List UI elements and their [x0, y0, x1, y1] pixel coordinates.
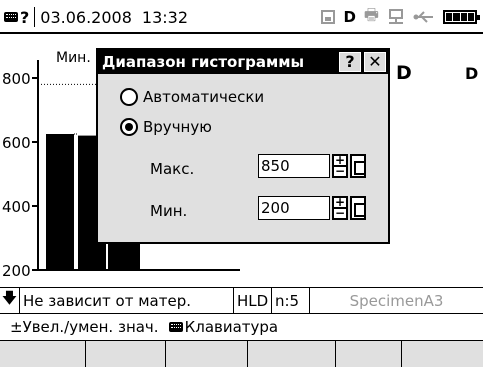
status-icons: D 🖶: [321, 5, 480, 27]
min-spinner: + −: [332, 196, 368, 220]
max-spinner: + −: [332, 154, 368, 178]
softkey-5[interactable]: [336, 341, 402, 367]
keyboard-hint-icon: [168, 322, 183, 332]
radio-manual-label: Вручную: [143, 118, 212, 136]
keyboard-icon: [4, 12, 18, 22]
status-time: 13:32: [141, 7, 188, 27]
max-keyboard-icon[interactable]: [350, 154, 366, 178]
save-icon: [321, 10, 336, 24]
radio-automatic-icon[interactable]: [120, 88, 138, 106]
softkey-4[interactable]: [248, 341, 336, 367]
min-plus-minus-icon[interactable]: + −: [332, 196, 348, 220]
max-label: Макс.: [150, 160, 195, 178]
min-label: Мин.: [150, 202, 188, 220]
status-indicator: ?: [20, 7, 30, 27]
softkey-1[interactable]: [0, 341, 86, 367]
status-bar: ? 03.06.2008 13:32 D 🖶: [0, 0, 483, 34]
status-left: ? 03.06.2008 13:32: [4, 5, 188, 29]
n-count: n:5: [272, 288, 310, 313]
y-tick-label: 800: [2, 70, 31, 88]
min-input[interactable]: 200: [258, 196, 330, 220]
radio-automatic[interactable]: Автоматически: [120, 88, 264, 106]
chart-header-min: Мин.: [56, 50, 91, 66]
adjust-icon: ±: [10, 318, 23, 336]
hint-adjust: Увел./умен. знач.: [22, 318, 159, 336]
max-plus-minus-icon[interactable]: + −: [332, 154, 348, 178]
hld-indicator: HLD: [234, 288, 272, 313]
status-separator: [34, 7, 36, 27]
material-selector[interactable]: Не зависит от матер.: [20, 288, 234, 313]
radio-manual-icon[interactable]: [120, 118, 138, 136]
d-mode-icon: D: [343, 8, 356, 26]
specimen-name: SpecimenA3: [349, 291, 444, 310]
histogram-range-dialog: Диапазон гистограммы ? ✕ Автоматически В…: [96, 48, 390, 244]
hint-keyboard: Клавиатура: [184, 318, 279, 336]
usb-icon: [413, 11, 433, 23]
radio-automatic-label: Автоматически: [143, 88, 265, 106]
material-arrow-icon[interactable]: 🡇: [0, 288, 20, 313]
histogram-bar: [46, 134, 74, 270]
max-input[interactable]: 850: [258, 154, 330, 178]
dialog-title-bar: Диапазон гистограммы ? ✕: [98, 50, 388, 74]
softkey-2[interactable]: [86, 341, 166, 367]
min-keyboard-icon[interactable]: [350, 196, 366, 220]
y-tick-label: 200: [2, 262, 31, 280]
info-bar: 🡇 Не зависит от матер. HLD n:5 SpecimenA…: [0, 287, 483, 313]
printer-icon: 🖶: [363, 4, 379, 24]
hint-bar: ± Увел./умен. знач. Клавиатура: [0, 313, 483, 340]
softkey-3[interactable]: [166, 341, 248, 367]
dialog-title: Диапазон гистограммы: [102, 53, 305, 71]
softkey-bar: [0, 340, 483, 367]
help-button[interactable]: ?: [339, 52, 361, 72]
network-icon: [389, 9, 403, 24]
y-tick-label: 400: [2, 198, 31, 216]
y-tick-label: 600: [2, 134, 31, 152]
softkey-6[interactable]: [402, 341, 483, 367]
battery-icon: [443, 10, 480, 24]
chart-header-d: D: [396, 62, 412, 84]
radio-manual[interactable]: Вручную: [120, 118, 212, 136]
status-date: 03.06.2008: [40, 7, 132, 27]
close-button[interactable]: ✕: [364, 52, 386, 72]
chart-header-d-secondary: D: [465, 64, 479, 83]
